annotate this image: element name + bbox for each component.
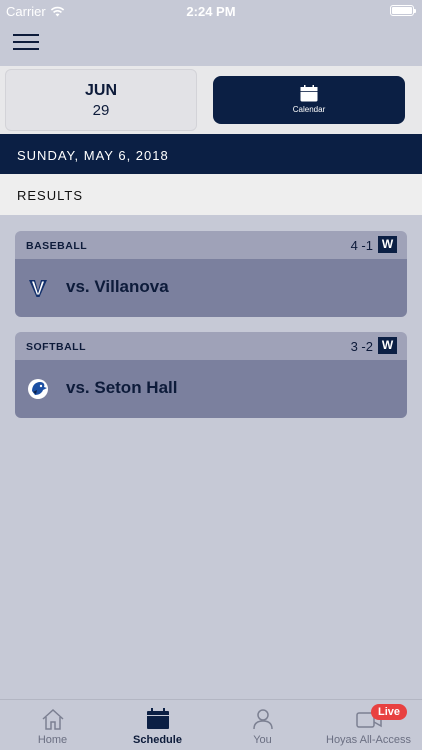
tab-label: Schedule	[133, 734, 182, 746]
game-card-body: vs. Seton Hall	[15, 360, 407, 418]
tab-hoyas-all-access[interactable]: Hoyas All-Access Live	[315, 700, 422, 750]
battery-icon	[390, 5, 416, 16]
results-header: RESULTS	[0, 174, 422, 215]
tab-home[interactable]: Home	[0, 700, 105, 750]
result-badge: W	[378, 236, 397, 253]
calendar-label: Calendar	[292, 105, 326, 114]
game-card-softball[interactable]: SOFTBALL 3 -2 W vs. Seton Hall	[15, 332, 407, 418]
seton-hall-logo-icon	[28, 379, 48, 399]
opponent-name: vs. Villanova	[66, 277, 169, 296]
day-header: SUNDAY, MAY 6, 2018	[0, 134, 422, 174]
menu-icon-line	[13, 34, 39, 36]
calendar-icon	[146, 708, 169, 729]
tab-bar: Home Schedule You Hoyas All-Access Live	[0, 699, 422, 750]
date-selector[interactable]: JUN 29	[5, 69, 197, 131]
date-bar: JUN 29 Calendar	[0, 66, 422, 134]
game-card-header: SOFTBALL 3 -2 W	[15, 332, 407, 360]
date-day: 29	[92, 102, 110, 119]
game-score: 4 -1	[350, 238, 373, 253]
live-badge: Live	[371, 704, 408, 720]
tab-label: Hoyas All-Access	[326, 734, 411, 746]
menu-icon-line	[13, 41, 39, 43]
opponent-name: vs. Seton Hall	[66, 378, 178, 397]
tab-label: Home	[37, 734, 68, 746]
status-bar: Carrier 2:24 PM	[0, 0, 422, 22]
game-score: 3 -2	[350, 339, 373, 354]
sport-label: BASEBALL	[26, 240, 88, 252]
menu-button[interactable]	[13, 34, 39, 54]
sport-label: SOFTBALL	[26, 341, 86, 353]
home-icon	[41, 708, 64, 730]
tab-you[interactable]: You	[210, 700, 315, 750]
person-icon	[252, 709, 273, 730]
game-card-body: vs. Villanova	[15, 259, 407, 317]
game-card-header: BASEBALL 4 -1 W	[15, 231, 407, 259]
result-badge: W	[378, 337, 397, 354]
menu-icon-line	[13, 48, 39, 50]
tab-schedule[interactable]: Schedule	[105, 700, 210, 750]
villanova-logo-icon	[29, 280, 47, 297]
date-month: JUN	[84, 82, 117, 99]
tab-label: You	[253, 734, 272, 746]
status-time: 2:24 PM	[186, 4, 236, 19]
calendar-icon	[300, 85, 318, 102]
game-card-baseball[interactable]: BASEBALL 4 -1 W vs. Villanova	[15, 231, 407, 317]
calendar-button[interactable]: Calendar	[213, 76, 405, 124]
